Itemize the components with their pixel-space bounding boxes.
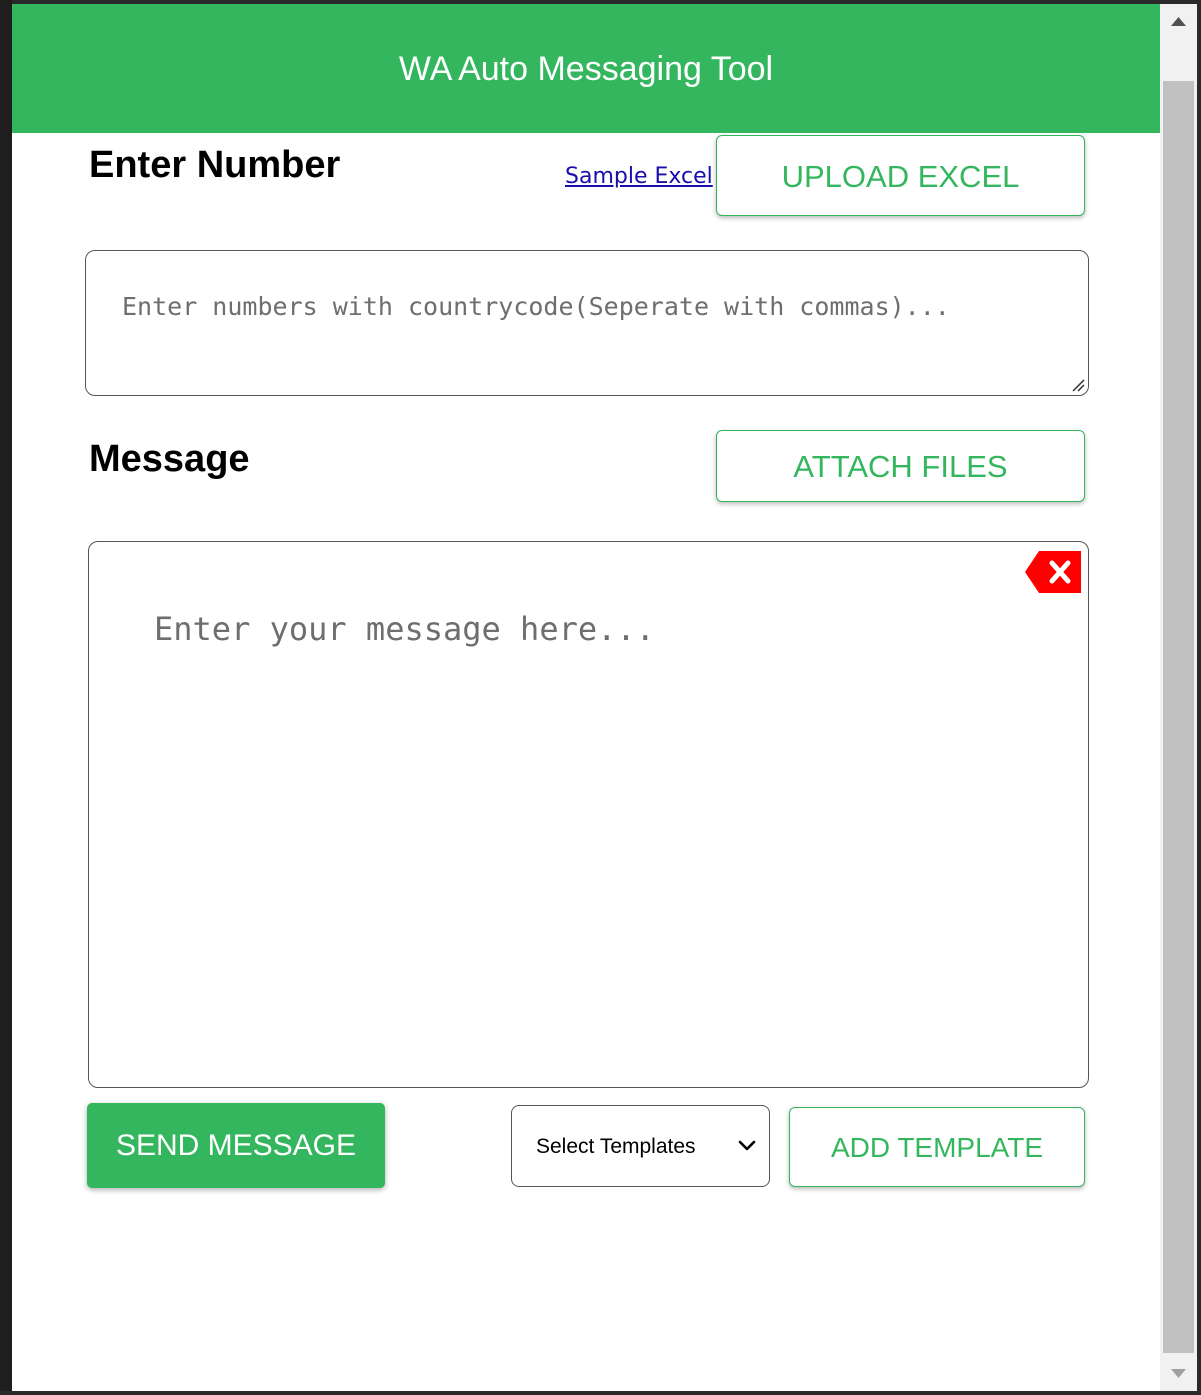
upload-excel-button[interactable]: UPLOAD EXCEL <box>716 135 1085 216</box>
scrollbar-thumb[interactable] <box>1163 81 1194 1353</box>
resize-grip-icon[interactable] <box>1069 376 1085 392</box>
attach-files-button[interactable]: ATTACH FILES <box>716 430 1085 502</box>
vertical-scrollbar[interactable] <box>1160 4 1197 1391</box>
message-textarea[interactable]: Enter your message here... <box>88 541 1089 1088</box>
sample-excel-link[interactable]: Sample Excel <box>565 164 713 189</box>
scroll-up-arrow-icon[interactable] <box>1160 4 1197 41</box>
send-message-button[interactable]: SEND MESSAGE <box>87 1103 385 1188</box>
chevron-down-icon <box>738 1140 756 1151</box>
app-title: WA Auto Messaging Tool <box>398 50 774 88</box>
select-templates-value: Select Templates <box>536 1135 696 1158</box>
numbers-textarea[interactable]: Enter numbers with countrycode(Seperate … <box>85 250 1089 396</box>
select-templates-dropdown[interactable]: Select Templates <box>511 1105 770 1187</box>
message-placeholder: Enter your message here... <box>154 610 655 648</box>
extension-popup: WA Auto Messaging Tool Enter Number Samp… <box>12 4 1160 1391</box>
app-header: WA Auto Messaging Tool <box>12 4 1160 133</box>
window-frame-bottom <box>0 1391 1201 1395</box>
background-window-strip <box>0 0 12 1395</box>
clear-message-icon[interactable] <box>1025 551 1081 593</box>
message-label: Message <box>89 438 250 480</box>
add-template-button[interactable]: ADD TEMPLATE <box>789 1107 1085 1187</box>
window-frame-right <box>1197 0 1201 1395</box>
numbers-placeholder: Enter numbers with countrycode(Seperate … <box>122 292 950 321</box>
scroll-down-arrow-icon[interactable] <box>1160 1354 1197 1391</box>
enter-number-label: Enter Number <box>89 144 341 186</box>
